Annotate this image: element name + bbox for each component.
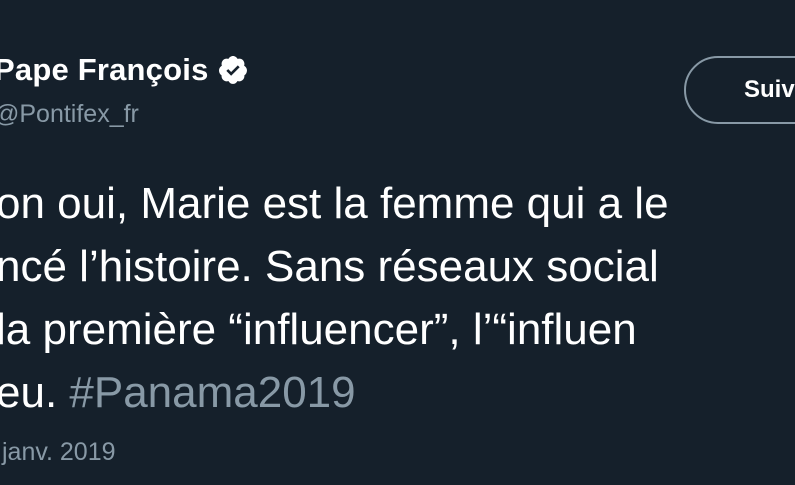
tweet-text-line-4: eu. #Panama2019	[0, 361, 795, 424]
author-handle[interactable]: @Pontifex_fr	[0, 100, 139, 129]
tweet-header: Pape François @Pontifex_fr	[0, 52, 795, 132]
tweet-card: Pape François @Pontifex_fr Suiv on oui, …	[0, 0, 795, 485]
author-name-row[interactable]: Pape François	[0, 52, 249, 88]
tweet-text-line-2: ncé l’histoire. Sans réseaux social	[0, 242, 659, 291]
tweet-text-line-1: on oui, Marie est la femme qui a le	[0, 179, 669, 228]
follow-button[interactable]: Suiv	[684, 56, 795, 124]
tweet-timestamp[interactable]: janv. 2019	[2, 438, 116, 467]
tweet-text-line-3: la première “influencer”, l’“influen	[0, 305, 637, 354]
tweet-text: on oui, Marie est la femme qui a le ncé …	[0, 172, 795, 424]
tweet-text-line-4-prefix: eu.	[0, 368, 70, 417]
verified-badge-icon	[217, 54, 249, 86]
hashtag-link[interactable]: #Panama2019	[69, 368, 355, 417]
author-display-name[interactable]: Pape François	[0, 52, 209, 88]
